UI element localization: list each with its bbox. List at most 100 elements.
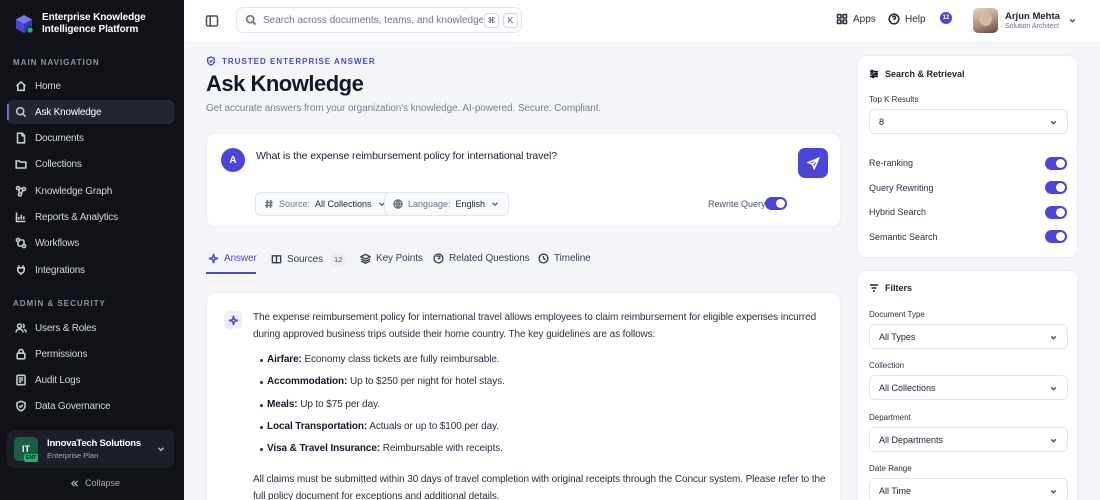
sidebar-item-label: Users & Roles [35, 322, 97, 334]
rewrite-query-toggle[interactable] [765, 197, 787, 210]
sidebar-item-reports[interactable]: Reports & Analytics [7, 205, 174, 229]
sidebar-item-label: Integrations [35, 264, 85, 276]
source-select[interactable]: Source: All Collections [255, 192, 396, 216]
source-label: Source: [279, 199, 311, 209]
sidebar-item-users-roles[interactable]: Users & Roles [7, 316, 174, 340]
shield-check-icon [207, 56, 215, 66]
query-card: A What is the expense reimbursement poli… [206, 133, 841, 227]
sidebar-item-workflows[interactable]: Workflows [7, 231, 174, 255]
re-ranking-toggle[interactable] [1045, 157, 1067, 170]
filters-panel: Filters Document Type All Types Collecti… [857, 270, 1078, 500]
bullet-term: Visa & Travel Insurance: [267, 443, 381, 455]
tab-label: Sources [287, 254, 323, 265]
sidebar-item-collections[interactable]: Collections [7, 152, 174, 176]
topk-label: Top K Results [869, 95, 919, 104]
user-avatar[interactable] [973, 8, 998, 33]
sidebar-item-permissions[interactable]: Permissions [7, 342, 174, 366]
sidebar: Enterprise Knowledge Intelligence Platfo… [0, 0, 184, 500]
search-input[interactable] [263, 14, 483, 26]
chevron-down-icon [1050, 335, 1057, 340]
answer-intro: The expense reimbursement policy for int… [253, 312, 817, 340]
apps-label: Apps [853, 13, 876, 25]
send-icon [806, 156, 820, 170]
grid-icon [836, 13, 848, 25]
help-button[interactable]: Help [888, 13, 926, 25]
tab-key-points[interactable]: Key Points [360, 253, 423, 264]
tab-label: Related Questions [449, 253, 530, 264]
document-icon [16, 132, 26, 144]
apps-button[interactable]: Apps [836, 13, 876, 25]
query-rewriting-toggle[interactable] [1045, 181, 1067, 194]
doc-type-label: Document Type [869, 310, 925, 319]
bullet-text: Economy class tickets are fully reimburs… [301, 354, 500, 365]
active-tab-indicator [206, 272, 256, 274]
doc-type-select[interactable]: All Types [869, 324, 1068, 349]
sidebar-item-ask-knowledge[interactable]: Ask Knowledge [7, 100, 174, 124]
brand-logo-icon [13, 13, 35, 35]
query-text[interactable]: What is the expense reimbursement policy… [256, 150, 557, 162]
clock-icon [538, 253, 549, 264]
graph-icon [15, 185, 27, 197]
tab-label: Timeline [554, 253, 591, 264]
tab-related-questions[interactable]: Related Questions [433, 253, 530, 264]
option-query-rewriting: Query Rewriting [869, 183, 1068, 193]
plug-icon [17, 265, 25, 275]
department-value: All Departments [879, 434, 944, 445]
filter-icon [870, 284, 878, 292]
doc-type-value: All Types [879, 331, 916, 342]
rewrite-query-label: Rewrite Query [708, 199, 766, 209]
option-label: Hybrid Search [869, 207, 927, 217]
collection-label: Collection [869, 361, 905, 370]
tab-answer[interactable]: Answer [208, 253, 257, 264]
main-nav-label: MAIN NAVIGATION [13, 58, 100, 67]
chevron-down-icon[interactable] [1068, 16, 1077, 25]
sidebar-item-data-governance[interactable]: Data Governance [7, 394, 174, 418]
semantic-search-toggle[interactable] [1045, 230, 1067, 243]
topbar: ⌘ K Apps Help 12 Arjun Mehta Solution Ar… [184, 0, 1100, 43]
sidebar-item-label: Reports & Analytics [35, 211, 118, 223]
sidebar-item-label: Permissions [35, 348, 88, 360]
workflow-icon [15, 237, 27, 249]
list-item: Accommodation: Up to $250 per night for … [260, 376, 505, 398]
tab-timeline[interactable]: Timeline [538, 253, 591, 264]
sidebar-toggle-icon[interactable] [205, 14, 219, 28]
option-re-ranking: Re-ranking [869, 158, 1068, 168]
notification-badge[interactable]: 12 [940, 12, 952, 24]
global-search[interactable]: ⌘ K [236, 7, 522, 33]
list-item: Airfare: Economy class tickets are fully… [260, 354, 505, 376]
tab-sources[interactable]: Sources 12 [271, 253, 347, 266]
sidebar-item-label: Workflows [35, 237, 80, 249]
language-select[interactable]: Language: English [384, 192, 510, 216]
topk-value: 8 [879, 116, 885, 127]
sidebar-item-documents[interactable]: Documents [7, 126, 174, 150]
trusted-eyebrow: TRUSTED ENTERPRISE ANSWER [206, 56, 376, 66]
collapse-button[interactable]: Collapse [70, 478, 120, 488]
bullet-text: Up to $75 per day. [297, 398, 380, 410]
chevron-down-icon [1050, 386, 1057, 391]
bullet-text: Reimbursable with receipts. [380, 443, 503, 455]
sidebar-item-home[interactable]: Home [7, 74, 174, 98]
sidebar-item-label: Data Governance [35, 400, 111, 412]
chevron-down-icon [492, 202, 499, 207]
panel-title-label: Search & Retrieval [885, 69, 965, 79]
option-semantic-search: Semantic Search [869, 232, 1068, 242]
chart-icon [15, 212, 26, 223]
option-label: Re-ranking [869, 158, 914, 168]
date-range-select[interactable]: All Time [869, 478, 1068, 500]
sidebar-item-integrations[interactable]: Integrations [7, 258, 174, 282]
kbd-cmd: ⌘ [484, 13, 499, 28]
user-name[interactable]: Arjun Mehta [1005, 11, 1060, 22]
org-switcher[interactable]: IT ENT InnovaTech Solutions Enterprise P… [7, 430, 174, 468]
hybrid-search-toggle[interactable] [1045, 206, 1067, 219]
list-item: Visa & Travel Insurance: Reimbursable wi… [260, 443, 505, 465]
brand[interactable]: Enterprise Knowledge Intelligence Platfo… [13, 12, 162, 36]
send-button[interactable] [798, 148, 828, 178]
folder-icon [15, 160, 27, 169]
shield-icon [16, 400, 26, 412]
language-value: English [455, 199, 486, 209]
department-select[interactable]: All Departments [869, 427, 1068, 452]
sidebar-item-knowledge-graph[interactable]: Knowledge Graph [7, 179, 174, 203]
topk-select[interactable]: 8 [869, 109, 1068, 134]
collection-select[interactable]: All Collections [869, 375, 1068, 400]
sidebar-item-audit-logs[interactable]: Audit Logs [7, 368, 174, 392]
